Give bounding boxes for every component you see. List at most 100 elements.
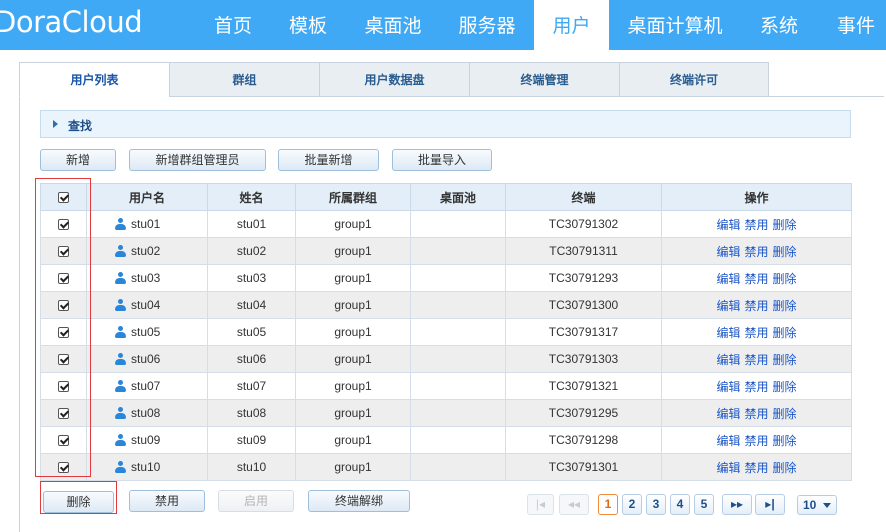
- edit-link[interactable]: 编辑: [716, 245, 740, 259]
- row-checkbox[interactable]: [58, 462, 69, 474]
- disable-link[interactable]: 禁用: [744, 434, 768, 448]
- delete-link[interactable]: 删除: [773, 326, 797, 340]
- row-checkbox[interactable]: [58, 327, 69, 339]
- row-checkbox[interactable]: [58, 381, 69, 393]
- enable-button[interactable]: 启用: [218, 490, 294, 512]
- username-text: stu09: [131, 433, 161, 447]
- delete-link[interactable]: 删除: [773, 434, 797, 448]
- table-row[interactable]: stu01 stu01 group1 TC30791302 编辑 禁用 删除: [40, 210, 852, 238]
- nav-desktop-computers[interactable]: 桌面计算机: [620, 0, 730, 50]
- group-cell: group1: [295, 210, 411, 238]
- disable-link[interactable]: 禁用: [744, 272, 768, 286]
- row-checkbox[interactable]: [58, 354, 69, 366]
- tab-terminal-license[interactable]: 终端许可: [619, 62, 769, 97]
- disable-link[interactable]: 禁用: [744, 245, 768, 259]
- nav-desktop-pools[interactable]: 桌面池: [354, 0, 432, 50]
- last-page-button[interactable]: ▸|: [755, 494, 785, 515]
- edit-link[interactable]: 编辑: [716, 299, 740, 313]
- page-size-select[interactable]: 10: [797, 495, 837, 515]
- user-icon: [115, 326, 126, 338]
- actions-cell: 编辑 禁用 删除: [661, 264, 852, 292]
- column-header-group[interactable]: 所属群组: [295, 183, 411, 211]
- delete-link[interactable]: 删除: [773, 218, 797, 232]
- disable-link[interactable]: 禁用: [744, 353, 768, 367]
- column-header-pool[interactable]: 桌面池: [410, 183, 506, 211]
- table-row[interactable]: stu08 stu08 group1 TC30791295 编辑 禁用 删除: [40, 399, 852, 427]
- table-row[interactable]: stu03 stu03 group1 TC30791293 编辑 禁用 删除: [40, 264, 852, 292]
- delete-link[interactable]: 删除: [773, 407, 797, 421]
- name-cell: stu04: [207, 291, 296, 319]
- name-cell: stu10: [207, 453, 296, 481]
- column-header-name[interactable]: 姓名: [207, 183, 296, 211]
- nav-system[interactable]: 系统: [748, 0, 810, 50]
- delete-link[interactable]: 删除: [773, 299, 797, 313]
- edit-link[interactable]: 编辑: [716, 461, 740, 475]
- add-button[interactable]: 新增: [40, 149, 116, 171]
- disable-link[interactable]: 禁用: [744, 461, 768, 475]
- batch-add-button[interactable]: 批量新增: [278, 149, 379, 171]
- disable-button[interactable]: 禁用: [129, 490, 205, 512]
- table-row[interactable]: stu07 stu07 group1 TC30791321 编辑 禁用 删除: [40, 372, 852, 400]
- edit-link[interactable]: 编辑: [716, 434, 740, 448]
- nav-events[interactable]: 事件: [826, 0, 886, 50]
- nav-home[interactable]: 首页: [200, 0, 266, 50]
- table-row[interactable]: stu05 stu05 group1 TC30791317 编辑 禁用 删除: [40, 318, 852, 346]
- edit-link[interactable]: 编辑: [716, 272, 740, 286]
- prev-page-button[interactable]: ◂◂: [559, 494, 589, 515]
- column-header-terminal[interactable]: 终端: [505, 183, 662, 211]
- nav-users[interactable]: 用户: [534, 0, 609, 50]
- batch-import-button[interactable]: 批量导入: [392, 149, 492, 171]
- add-group-admin-button[interactable]: 新增群组管理员: [129, 149, 266, 171]
- table-row[interactable]: stu04 stu04 group1 TC30791300 编辑 禁用 删除: [40, 291, 852, 319]
- delete-link[interactable]: 删除: [773, 461, 797, 475]
- edit-link[interactable]: 编辑: [716, 218, 740, 232]
- table-row[interactable]: stu10 stu10 group1 TC30791301 编辑 禁用 删除: [40, 453, 852, 481]
- page-2-button[interactable]: 2: [622, 494, 642, 515]
- tab-groups[interactable]: 群组: [169, 62, 320, 97]
- disable-link[interactable]: 禁用: [744, 380, 768, 394]
- row-checkbox[interactable]: [58, 435, 69, 447]
- search-section[interactable]: 查找: [40, 110, 851, 138]
- delete-link[interactable]: 删除: [773, 272, 797, 286]
- nav-templates[interactable]: 模板: [275, 0, 341, 50]
- row-checkbox[interactable]: [58, 408, 69, 420]
- pool-cell: [410, 264, 506, 292]
- delete-button[interactable]: 删除: [43, 491, 114, 513]
- user-icon: [115, 407, 126, 419]
- row-checkbox[interactable]: [58, 246, 69, 258]
- row-checkbox[interactable]: [58, 300, 69, 312]
- delete-link[interactable]: 删除: [773, 353, 797, 367]
- first-page-button[interactable]: |◂: [527, 494, 554, 515]
- tab-terminal-management[interactable]: 终端管理: [469, 62, 620, 97]
- column-header-username[interactable]: 用户名: [86, 183, 208, 211]
- tab-user-data-disk[interactable]: 用户数据盘: [319, 62, 470, 97]
- nav-servers[interactable]: 服务器: [447, 0, 527, 50]
- edit-link[interactable]: 编辑: [716, 326, 740, 340]
- next-page-button[interactable]: ▸▸: [722, 494, 752, 515]
- row-checkbox[interactable]: [58, 273, 69, 285]
- edit-link[interactable]: 编辑: [716, 407, 740, 421]
- edit-link[interactable]: 编辑: [716, 353, 740, 367]
- disable-link[interactable]: 禁用: [744, 407, 768, 421]
- page-3-button[interactable]: 3: [646, 494, 666, 515]
- page-5-button[interactable]: 5: [694, 494, 714, 515]
- row-checkbox[interactable]: [58, 219, 69, 231]
- disable-link[interactable]: 禁用: [744, 326, 768, 340]
- disable-link[interactable]: 禁用: [744, 218, 768, 232]
- page-4-button[interactable]: 4: [670, 494, 690, 515]
- user-icon: [115, 434, 126, 446]
- disable-link[interactable]: 禁用: [744, 299, 768, 313]
- table-row[interactable]: stu06 stu06 group1 TC30791303 编辑 禁用 删除: [40, 345, 852, 373]
- delete-link[interactable]: 删除: [773, 245, 797, 259]
- group-cell: group1: [295, 237, 411, 265]
- table-row[interactable]: stu02 stu02 group1 TC30791311 编辑 禁用 删除: [40, 237, 852, 265]
- edit-link[interactable]: 编辑: [716, 380, 740, 394]
- tab-user-list[interactable]: 用户列表: [19, 62, 170, 97]
- select-all-checkbox[interactable]: [58, 192, 69, 204]
- page-1-button[interactable]: 1: [598, 494, 618, 515]
- delete-link[interactable]: 删除: [773, 380, 797, 394]
- username-cell: stu02: [86, 237, 208, 265]
- unbind-terminal-button[interactable]: 终端解绑: [308, 490, 410, 512]
- table-row[interactable]: stu09 stu09 group1 TC30791298 编辑 禁用 删除: [40, 426, 852, 454]
- pool-cell: [410, 318, 506, 346]
